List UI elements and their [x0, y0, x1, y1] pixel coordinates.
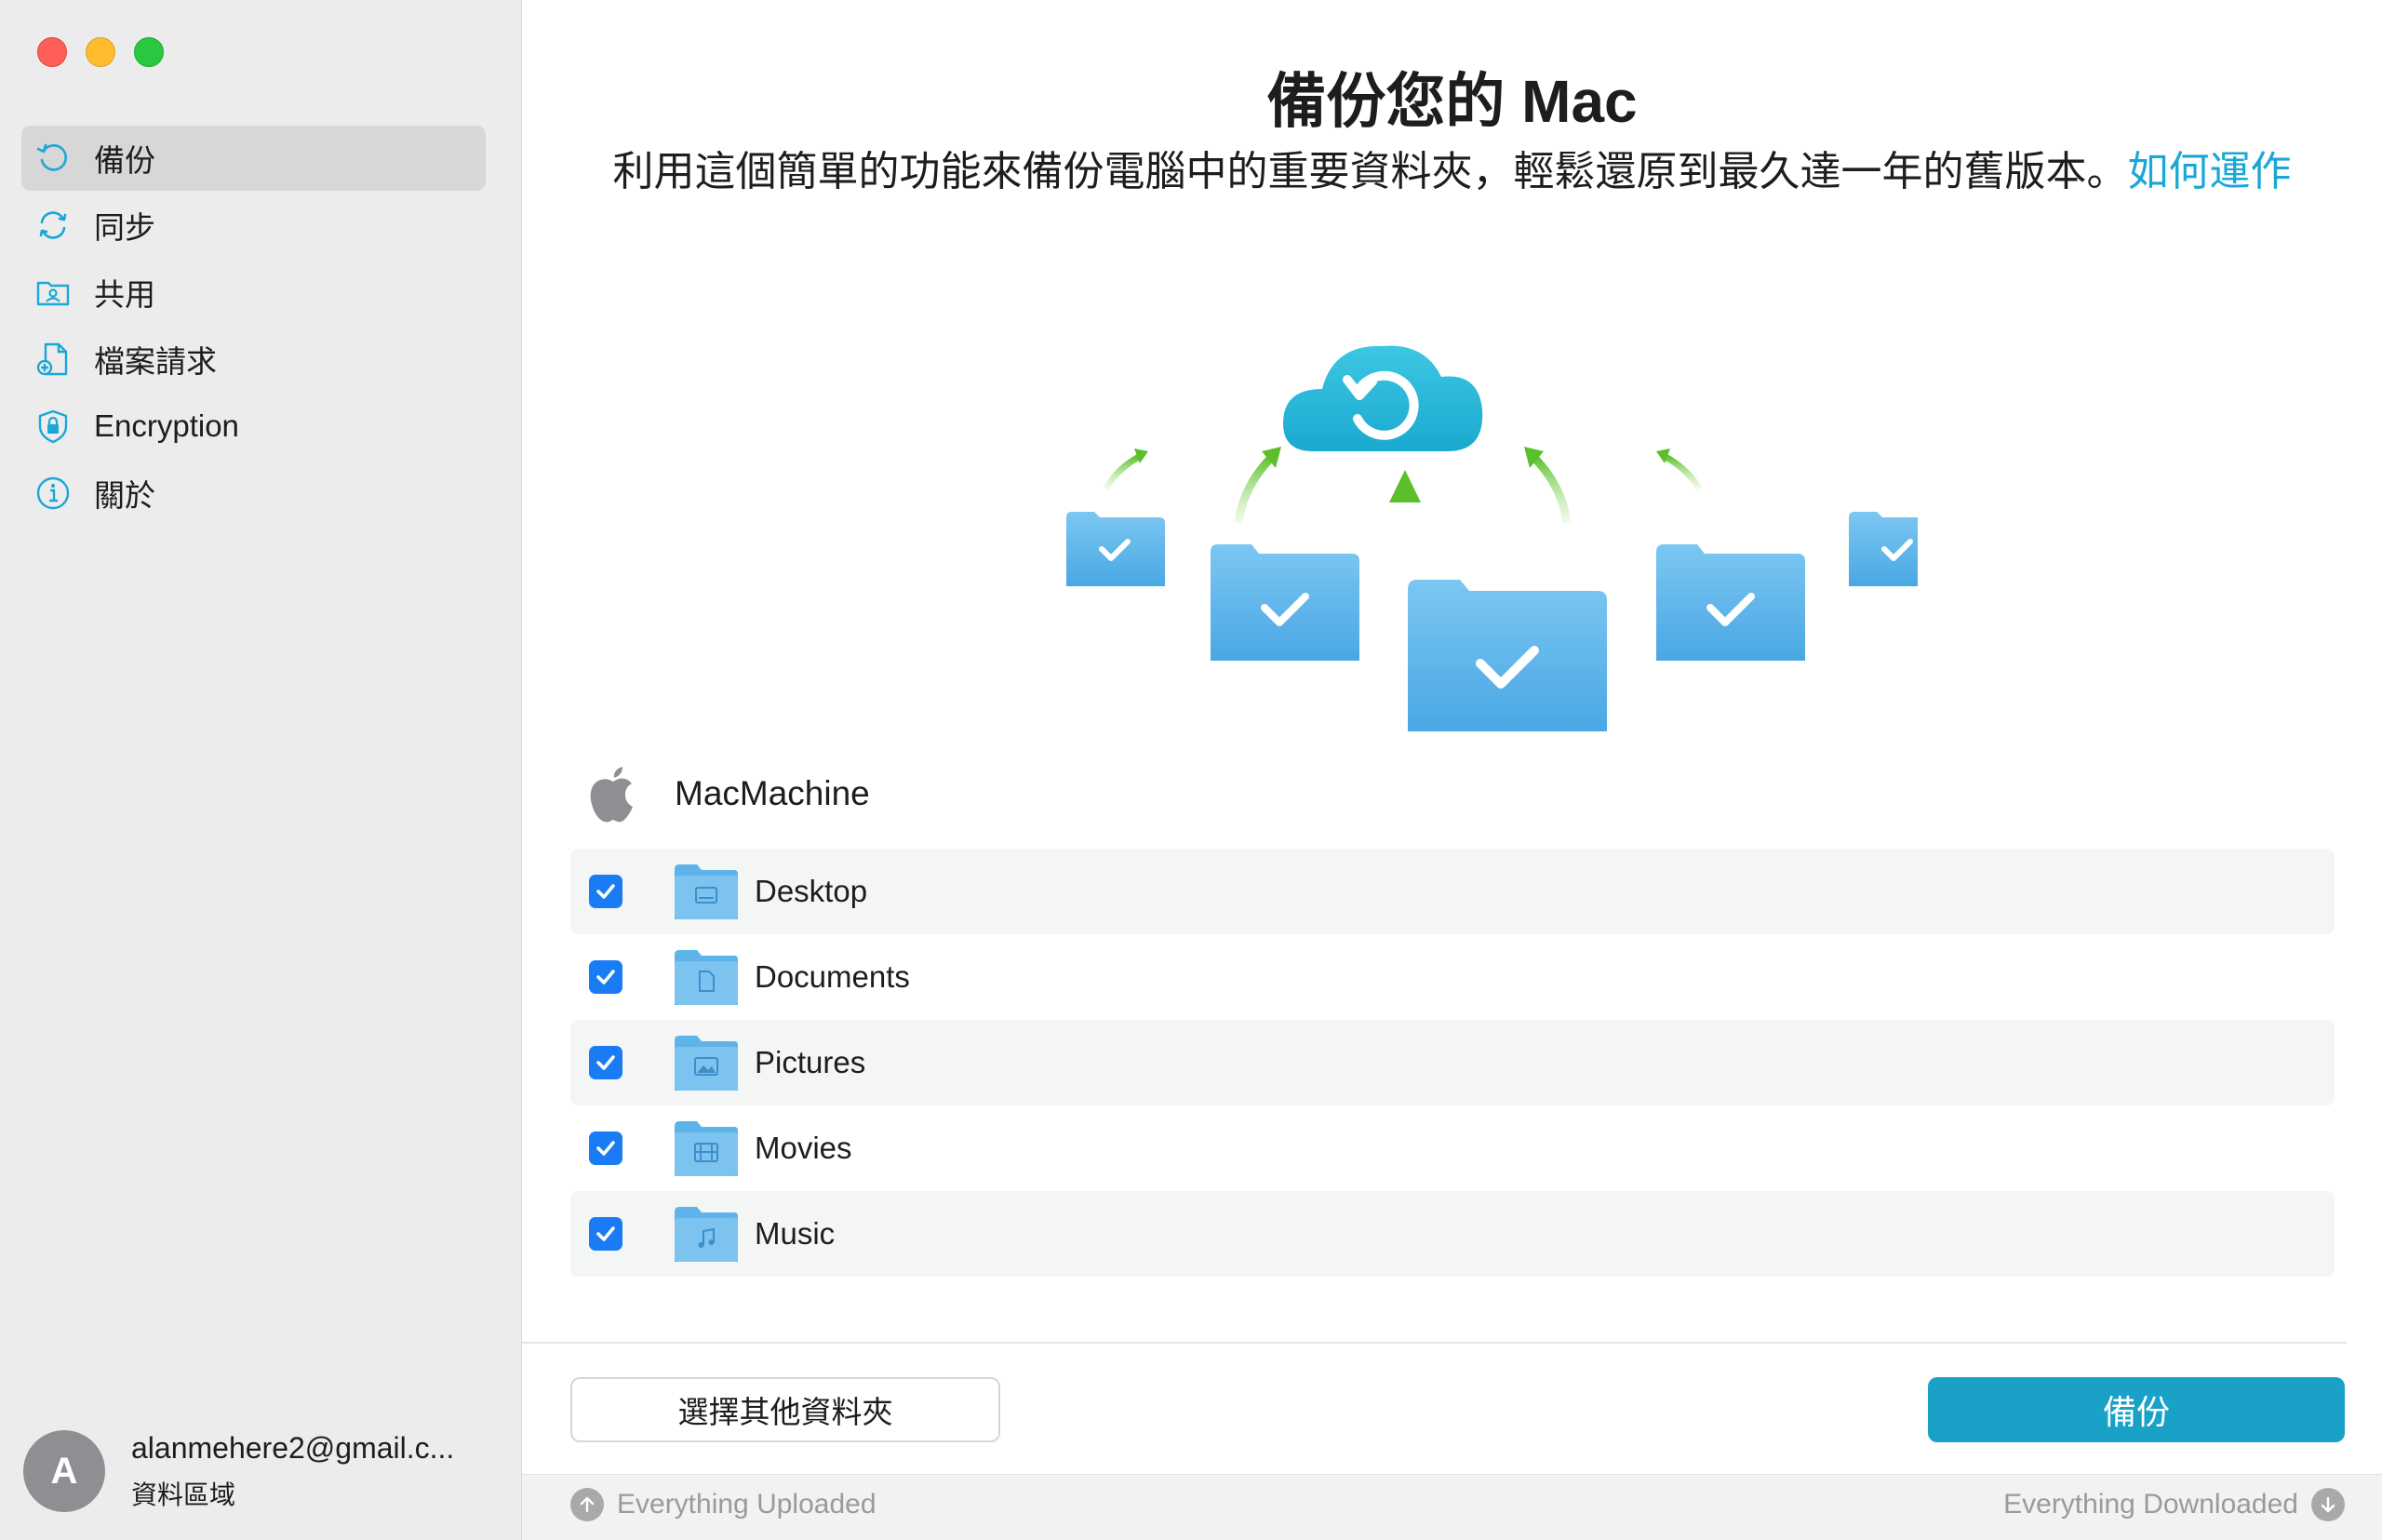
upload-arrow-icon	[570, 1488, 604, 1521]
documents-folder-icon	[675, 950, 738, 1005]
account-section[interactable]: A alanmehere2@gmail.c... 資料區域	[23, 1430, 454, 1512]
download-status: Everything Downloaded	[2003, 1488, 2345, 1521]
folder-list: Desktop Documents Pictures Movies Music	[570, 849, 2335, 1277]
apple-logo-icon	[590, 767, 633, 823]
account-email: alanmehere2@gmail.c...	[131, 1430, 455, 1465]
page-subtitle: 利用這個簡單的功能來備份電腦中的重要資料夾，輕鬆還原到最久達一年的舊版本。如何運…	[587, 147, 2317, 197]
lock-shield-icon	[34, 408, 72, 445]
upload-status: Everything Uploaded	[570, 1488, 877, 1521]
download-arrow-icon	[2311, 1488, 2345, 1521]
info-icon	[34, 475, 72, 512]
window-controls	[37, 37, 164, 67]
close-window-button[interactable]	[37, 37, 67, 67]
sidebar-item-backup[interactable]: 備份	[21, 126, 486, 191]
folders-icon	[1066, 512, 1947, 731]
sidebar-item-label: 檔案請求	[94, 344, 217, 379]
folder-checkbox[interactable]	[589, 960, 622, 994]
folder-checkbox[interactable]	[589, 875, 622, 908]
sidebar-item-label: 關於	[94, 478, 155, 513]
folder-name: Desktop	[755, 874, 868, 908]
backup-illustration-graphic	[1066, 345, 1947, 731]
device-header: MacMachine	[587, 763, 870, 824]
minimize-window-button[interactable]	[86, 37, 115, 67]
folder-name: Documents	[755, 959, 910, 994]
pictures-folder-icon	[675, 1036, 738, 1091]
list-item[interactable]: Documents	[570, 934, 2335, 1020]
folder-checkbox[interactable]	[589, 1046, 622, 1079]
folder-name: Pictures	[755, 1045, 866, 1079]
file-request-icon	[34, 341, 72, 378]
folder-checkbox[interactable]	[589, 1217, 622, 1251]
desktop-folder-icon	[675, 864, 738, 919]
main-panel: 備份您的 Mac 利用這個簡單的功能來備份電腦中的重要資料夾，輕鬆還原到最久達一…	[522, 0, 2382, 1540]
cloud-sync-icon	[1283, 345, 1483, 451]
list-item[interactable]: Movies	[570, 1105, 2335, 1191]
how-it-works-link[interactable]: 如何運作	[2128, 149, 2292, 194]
avatar[interactable]: A	[23, 1430, 105, 1512]
movies-folder-icon	[675, 1121, 738, 1176]
folder-checkbox[interactable]	[589, 1132, 622, 1165]
sidebar-item-label: Encryption	[94, 408, 239, 443]
sync-icon	[34, 207, 72, 244]
upload-arrows-icon	[1103, 447, 1703, 582]
list-item[interactable]: Music	[570, 1191, 2335, 1277]
list-item[interactable]: Pictures	[570, 1020, 2335, 1105]
share-folder-icon	[34, 274, 72, 311]
sidebar-item-share[interactable]: 共用	[21, 260, 486, 325]
sidebar-nav: 備份 同步 共用 檔案請求 Encryption 關於	[21, 126, 486, 528]
subtitle-text: 利用這個簡單的功能來備份電腦中的重要資料夾，輕鬆還原到最久達一年的舊版本。	[612, 149, 2128, 194]
sidebar-item-about[interactable]: 關於	[21, 461, 486, 526]
sidebar-item-label: 同步	[94, 210, 155, 245]
account-region: 資料區域	[131, 1480, 236, 1509]
music-folder-icon	[675, 1207, 738, 1262]
status-bar: Everything Uploaded Everything Downloade…	[522, 1474, 2382, 1540]
sidebar-item-label: 備份	[94, 143, 155, 178]
backup-button[interactable]: 備份	[1928, 1377, 2345, 1442]
page-title: 備份您的 Mac	[1266, 68, 1638, 135]
sidebar-item-label: 共用	[94, 277, 155, 312]
device-name: MacMachine	[675, 774, 870, 812]
folder-name: Music	[755, 1216, 836, 1251]
sidebar-item-sync[interactable]: 同步	[21, 193, 486, 258]
list-item[interactable]: Desktop	[570, 849, 2335, 934]
sidebar-item-file-request[interactable]: 檔案請求	[21, 327, 486, 392]
backup-clock-icon	[34, 140, 72, 177]
app-window: 備份 同步 共用 檔案請求 Encryption 關於 A alanmehere…	[0, 0, 2382, 1540]
sidebar-item-encryption[interactable]: Encryption	[21, 394, 486, 459]
choose-other-folder-button[interactable]: 選擇其他資料夾	[570, 1377, 1000, 1442]
download-status-text: Everything Downloaded	[2003, 1489, 2298, 1520]
maximize-window-button[interactable]	[134, 37, 164, 67]
backup-illustration	[987, 279, 1947, 744]
sidebar: 備份 同步 共用 檔案請求 Encryption 關於 A alanmehere…	[0, 0, 522, 1540]
folder-name: Movies	[755, 1131, 852, 1165]
upload-status-text: Everything Uploaded	[617, 1489, 877, 1520]
divider	[522, 1342, 2347, 1344]
